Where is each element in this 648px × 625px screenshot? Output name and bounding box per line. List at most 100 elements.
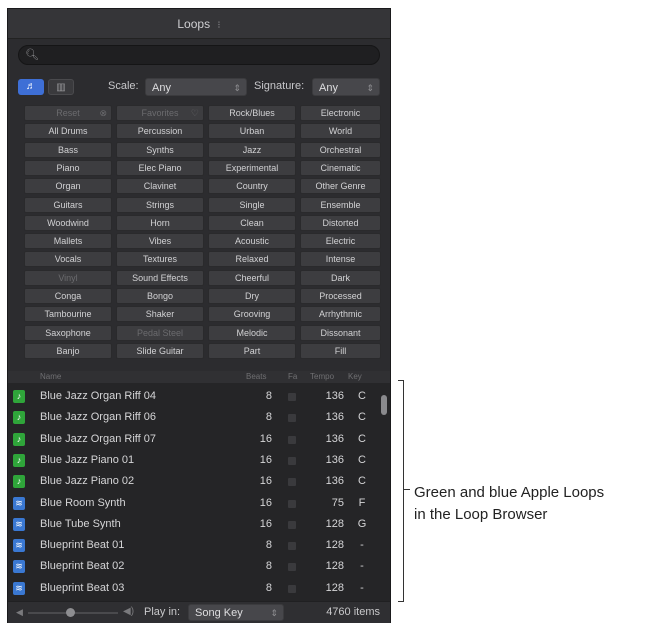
keyword-button[interactable]: Saxophone bbox=[24, 324, 112, 341]
keyword-button[interactable]: Piano bbox=[24, 159, 112, 176]
favorite-checkbox[interactable] bbox=[288, 520, 296, 529]
keyword-button[interactable]: Experimental bbox=[208, 159, 296, 176]
music-view-button[interactable]: ♬ bbox=[18, 79, 44, 95]
scroll-thumb[interactable] bbox=[381, 395, 387, 415]
keyword-button[interactable]: Part bbox=[208, 342, 296, 359]
keyword-button[interactable]: Pedal Steel bbox=[116, 324, 204, 341]
column-view-button[interactable]: ▥ bbox=[48, 79, 74, 95]
keyword-button[interactable]: Dry bbox=[208, 288, 296, 304]
keyword-button[interactable]: Ensemble bbox=[300, 196, 381, 213]
favorite-checkbox[interactable] bbox=[288, 456, 296, 465]
keyword-button[interactable]: Dark bbox=[300, 269, 381, 286]
keyword-button[interactable]: Vinyl bbox=[24, 269, 112, 286]
favorite-checkbox[interactable] bbox=[288, 542, 296, 551]
preview-volume-slider[interactable] bbox=[28, 608, 118, 617]
row-tempo: 136 bbox=[325, 475, 344, 488]
keyword-button[interactable]: Guitars bbox=[24, 196, 112, 213]
table-row[interactable]: ≋ Blue Room Synth 16 75 F bbox=[8, 494, 380, 515]
keyword-button[interactable]: Electronic bbox=[300, 105, 381, 121]
keyword-button[interactable]: Distorted bbox=[300, 214, 381, 231]
keyword-button[interactable]: Rock/Blues bbox=[208, 105, 296, 121]
keyword-label: Elec Piano bbox=[138, 162, 182, 173]
table-row[interactable]: ♪ Blue Jazz Organ Riff 06 8 136 C bbox=[8, 408, 380, 429]
row-tempo: 136 bbox=[325, 432, 344, 445]
table-row[interactable]: ♪ Blue Jazz Organ Riff 07 16 136 C bbox=[8, 430, 380, 451]
column-favorite[interactable]: Fa bbox=[288, 371, 297, 383]
table-row[interactable]: ≋ Blueprint Beat 01 8 128 - bbox=[8, 536, 380, 557]
keyword-button[interactable]: Melodic bbox=[208, 324, 296, 341]
keyword-button[interactable]: Mallets bbox=[24, 233, 112, 250]
keyword-button[interactable]: Dissonant bbox=[300, 324, 381, 341]
table-row[interactable]: ≋ Blueprint Beat 02 8 128 - bbox=[8, 557, 380, 578]
keyword-button[interactable]: Bongo bbox=[116, 288, 204, 304]
favorite-checkbox[interactable] bbox=[288, 584, 296, 593]
keyword-button[interactable]: Cheerful bbox=[208, 269, 296, 286]
keyword-button[interactable]: Intense bbox=[300, 251, 381, 268]
keyword-button[interactable]: Synths bbox=[116, 141, 204, 158]
keyword-button[interactable]: Vibes bbox=[116, 233, 204, 250]
column-key[interactable]: Key bbox=[348, 371, 362, 383]
keyword-button[interactable]: Horn bbox=[116, 214, 204, 231]
keyword-button[interactable]: Banjo bbox=[24, 342, 112, 359]
keyword-button[interactable]: Vocals bbox=[24, 251, 112, 268]
keyword-button[interactable]: Shaker bbox=[116, 306, 204, 323]
table-row[interactable]: ♪ Blue Jazz Organ Riff 04 8 136 C bbox=[8, 387, 380, 408]
table-row[interactable]: ≋ Blueprint Beat 03 8 128 - bbox=[8, 579, 380, 600]
favorite-checkbox[interactable] bbox=[288, 435, 296, 444]
column-tempo[interactable]: Tempo bbox=[310, 371, 334, 383]
title-chevron-icon[interactable]: ⁝ bbox=[217, 20, 220, 31]
keyword-button[interactable]: Grooving bbox=[208, 306, 296, 323]
keyword-button[interactable]: Slide Guitar bbox=[116, 342, 204, 359]
play-in-select[interactable]: Song Key ⇕ bbox=[188, 604, 284, 621]
keyword-button[interactable]: Single bbox=[208, 196, 296, 213]
keyword-button[interactable]: Relaxed bbox=[208, 251, 296, 268]
search-icon[interactable]: 🔍︎ bbox=[25, 48, 39, 61]
keyword-button[interactable]: Arrhythmic bbox=[300, 306, 381, 323]
column-name[interactable]: Name bbox=[40, 371, 61, 383]
keyword-button[interactable]: Other Genre bbox=[300, 178, 381, 195]
keyword-button[interactable]: Clean bbox=[208, 214, 296, 231]
keyword-label: Sound Effects bbox=[132, 272, 188, 283]
column-beats[interactable]: Beats bbox=[246, 371, 266, 383]
keyword-button[interactable]: Bass bbox=[24, 141, 112, 158]
keyword-label: Clavinet bbox=[143, 181, 177, 192]
keyword-button[interactable]: Acoustic bbox=[208, 233, 296, 250]
keyword-button[interactable]: Textures bbox=[116, 251, 204, 268]
favorite-checkbox[interactable] bbox=[288, 478, 296, 487]
favorite-checkbox[interactable] bbox=[288, 393, 296, 401]
table-row[interactable]: ≋ Blue Tube Synth 16 128 G bbox=[8, 515, 380, 536]
keyword-button[interactable]: Percussion bbox=[116, 123, 204, 140]
list-scrollbar[interactable] bbox=[380, 385, 388, 599]
favorite-checkbox[interactable] bbox=[288, 499, 296, 508]
scale-select[interactable]: Any ⇕ bbox=[145, 78, 247, 96]
keyword-button[interactable]: Organ bbox=[24, 178, 112, 195]
keyword-button[interactable]: Electric bbox=[300, 233, 381, 250]
volume-slider-knob[interactable] bbox=[66, 608, 75, 617]
keyword-button[interactable]: Conga bbox=[24, 288, 112, 304]
keyword-button[interactable]: Elec Piano bbox=[116, 159, 204, 176]
keyword-button[interactable]: Sound Effects bbox=[116, 269, 204, 286]
keyword-button[interactable]: World bbox=[300, 123, 381, 140]
signature-select[interactable]: Any ⇕ bbox=[312, 78, 380, 96]
keyword-button[interactable]: Processed bbox=[300, 288, 381, 304]
row-beats: 8 bbox=[265, 390, 272, 402]
keyword-button[interactable]: Tambourine bbox=[24, 306, 112, 323]
keyword-button[interactable]: All Drums bbox=[24, 123, 112, 140]
keyword-button[interactable]: Cinematic bbox=[300, 159, 381, 176]
green-loop-icon: ♪ bbox=[13, 390, 25, 403]
keyword-button[interactable]: Strings bbox=[116, 196, 204, 213]
search-field[interactable]: 🔍︎ bbox=[18, 45, 380, 65]
favorite-checkbox[interactable] bbox=[288, 414, 296, 423]
favorite-checkbox[interactable] bbox=[288, 563, 296, 572]
table-row[interactable]: ♪ Blue Jazz Piano 01 16 136 C bbox=[8, 451, 380, 472]
keyword-button[interactable]: Jazz bbox=[208, 141, 296, 158]
table-row[interactable]: ♪ Blue Jazz Piano 02 16 136 C bbox=[8, 472, 380, 493]
keyword-button[interactable]: Clavinet bbox=[116, 178, 204, 195]
keyword-button[interactable]: Reset ⊗ bbox=[24, 105, 112, 121]
keyword-button[interactable]: Favorites ♡ bbox=[116, 105, 204, 121]
keyword-button[interactable]: Orchestral bbox=[300, 141, 381, 158]
keyword-button[interactable]: Woodwind bbox=[24, 214, 112, 231]
keyword-button[interactable]: Urban bbox=[208, 123, 296, 140]
keyword-button[interactable]: Fill bbox=[300, 342, 381, 359]
keyword-button[interactable]: Country bbox=[208, 178, 296, 195]
